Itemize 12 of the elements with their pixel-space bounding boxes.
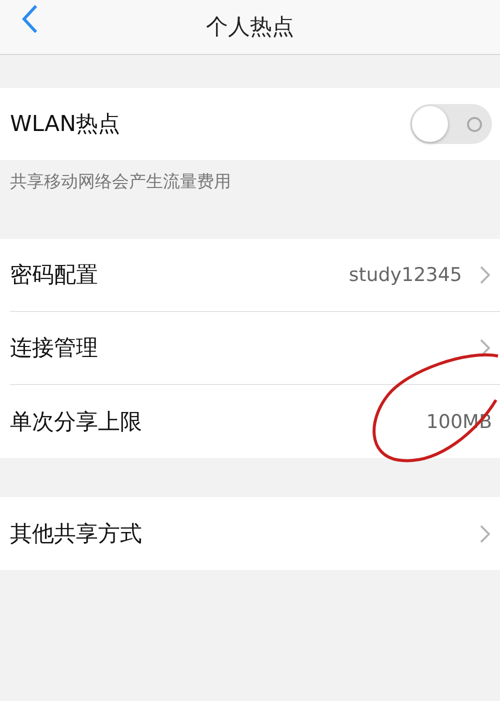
chevron-icon bbox=[480, 524, 490, 542]
toggle-switch[interactable] bbox=[410, 104, 492, 144]
page-title: 个人热点 bbox=[206, 14, 294, 42]
row-label: 单次分享上限 bbox=[10, 408, 142, 436]
back-icon[interactable] bbox=[22, 4, 38, 34]
row-label: 其他共享方式 bbox=[10, 520, 142, 548]
row-label: 密码配置 bbox=[10, 262, 98, 290]
row-label: WLAN热点 bbox=[10, 111, 120, 139]
hint-text: 共享移动网络会产生流量费用 bbox=[9, 171, 232, 194]
row-value: study12345 bbox=[348, 264, 462, 286]
chevron-icon bbox=[480, 266, 490, 284]
row-label: 连接管理 bbox=[10, 335, 98, 363]
